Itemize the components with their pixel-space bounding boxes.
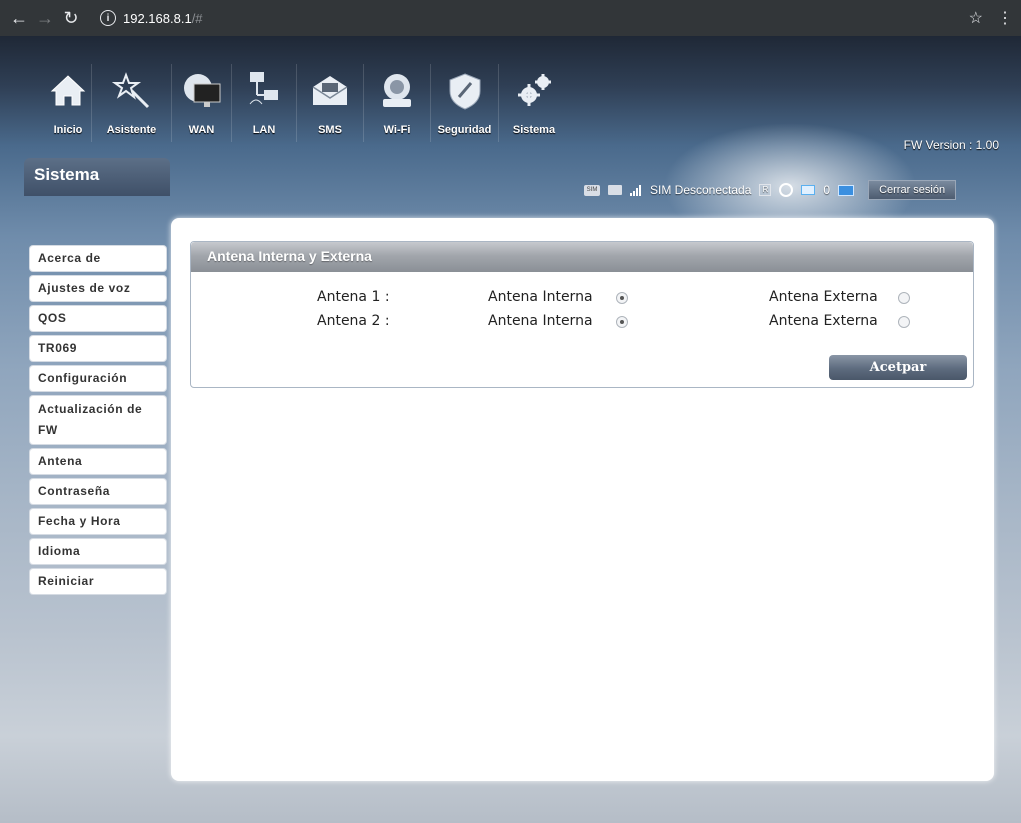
option-internal-label: Antena Interna xyxy=(488,313,593,329)
sidebar-item-configuracion[interactable]: Configuración xyxy=(30,366,166,391)
bookmark-star-icon[interactable]: ☆ xyxy=(969,8,983,28)
nav-seguridad[interactable]: Seguridad xyxy=(431,64,499,142)
sidebar-header: Sistema xyxy=(24,158,170,196)
antenna-2-external-radio[interactable] xyxy=(898,316,910,328)
antenna-2-internal-radio[interactable] xyxy=(616,316,628,328)
globe-icon xyxy=(779,183,794,197)
antenna-row: Antena 1 : Antena Interna Antena Externa xyxy=(191,289,975,309)
address-bar[interactable]: i 192.168.8.1/# xyxy=(94,5,994,31)
signal-icon xyxy=(630,184,642,196)
router-admin-page: Inicio Asistente WAN LAN SMS Wi-Fi Segur… xyxy=(0,36,1021,823)
wizard-wand-icon xyxy=(109,68,155,114)
option-internal-label: Antena Interna xyxy=(488,289,593,305)
nav-label: Inicio xyxy=(53,124,83,136)
sidebar-item-idioma[interactable]: Idioma xyxy=(30,539,166,564)
nav-label: Asistente xyxy=(106,124,157,136)
wifi-router-icon xyxy=(374,68,420,114)
nav-label: WAN xyxy=(188,124,215,136)
sidebar-item-actualizacion-fw[interactable]: Actualización de FW xyxy=(30,396,166,444)
connected-devices-icon xyxy=(801,185,816,195)
url-host: 192.168.8.1 xyxy=(123,10,192,26)
sidebar-item-tr069[interactable]: TR069 xyxy=(30,336,166,361)
sim-status: SIM Desconectada xyxy=(650,183,752,197)
sidebar-item-qos[interactable]: QOS xyxy=(30,306,166,331)
nav-label: Wi-Fi xyxy=(383,124,411,136)
antenna-row: Antena 2 : Antena Interna Antena Externa xyxy=(191,313,975,333)
sidebar-item-antena[interactable]: Antena xyxy=(30,449,166,474)
shield-icon xyxy=(442,68,488,114)
nav-sistema[interactable]: Sistema xyxy=(499,64,569,142)
nav-asistente[interactable]: Asistente xyxy=(92,64,172,142)
globe-monitor-icon xyxy=(179,68,225,114)
top-navigation: Inicio Asistente WAN LAN SMS Wi-Fi Segur… xyxy=(45,64,569,142)
antenna-label: Antena 2 : xyxy=(317,313,390,329)
url-path: /# xyxy=(191,10,203,26)
antenna-panel: Antena Interna y Externa Antena 1 : Ante… xyxy=(190,241,974,388)
sidebar-item-acerca-de[interactable]: Acerca de xyxy=(30,246,166,271)
home-icon xyxy=(45,68,91,114)
gears-icon xyxy=(511,68,557,114)
antenna-1-external-radio[interactable] xyxy=(898,292,910,304)
nav-label: SMS xyxy=(318,124,342,136)
panel-title: Antena Interna y Externa xyxy=(191,242,973,272)
nav-label: LAN xyxy=(252,124,276,136)
option-external-label: Antena Externa xyxy=(769,289,878,305)
main-content: Antena Interna y Externa Antena 1 : Ante… xyxy=(171,218,994,781)
option-external-label: Antena Externa xyxy=(769,313,878,329)
computer-icon xyxy=(838,184,855,196)
back-arrow-icon[interactable]: ← xyxy=(6,5,32,31)
sidebar-item-reiniciar[interactable]: Reiniciar xyxy=(30,569,166,594)
fw-version: FW Version : 1.00 xyxy=(903,138,999,152)
nav-wan[interactable]: WAN xyxy=(172,64,232,142)
nav-wifi[interactable]: Wi-Fi xyxy=(364,64,431,142)
sidebar-title: Sistema xyxy=(34,165,100,184)
sidebar-item-fecha-y-hora[interactable]: Fecha y Hora xyxy=(30,509,166,534)
sidebar-menu: Acerca de Ajustes de voz QOS TR069 Confi… xyxy=(30,246,166,599)
roaming-icon: R xyxy=(759,184,772,196)
clients-count: 0 xyxy=(823,183,831,197)
menu-kebab-icon[interactable]: ⋮ xyxy=(997,8,1013,28)
browser-toolbar: ← → ↻ i 192.168.8.1/# ☆ ⋮ xyxy=(0,0,1021,36)
info-icon[interactable]: i xyxy=(100,10,116,26)
logout-button[interactable]: Cerrar sesión xyxy=(868,180,957,200)
status-bar: SIM SIM Desconectada R 0 Cerrar sesión xyxy=(584,179,957,201)
sidebar-item-contrasena[interactable]: Contraseña xyxy=(30,479,166,504)
reload-icon[interactable]: ↻ xyxy=(58,5,84,31)
envelope-icon xyxy=(307,68,353,114)
accept-button[interactable]: Acetpar xyxy=(829,355,967,380)
mail-icon xyxy=(608,185,622,195)
nav-lan[interactable]: LAN xyxy=(232,64,297,142)
network-computers-icon xyxy=(241,68,287,114)
nav-label: Sistema xyxy=(512,124,556,136)
forward-arrow-icon[interactable]: → xyxy=(32,5,58,31)
nav-label: Seguridad xyxy=(437,124,492,136)
nav-inicio[interactable]: Inicio xyxy=(45,64,92,142)
antenna-label: Antena 1 : xyxy=(317,289,390,305)
sidebar-item-ajustes-de-voz[interactable]: Ajustes de voz xyxy=(30,276,166,301)
nav-sms[interactable]: SMS xyxy=(297,64,364,142)
sim-card-icon: SIM xyxy=(584,184,600,196)
antenna-1-internal-radio[interactable] xyxy=(616,292,628,304)
